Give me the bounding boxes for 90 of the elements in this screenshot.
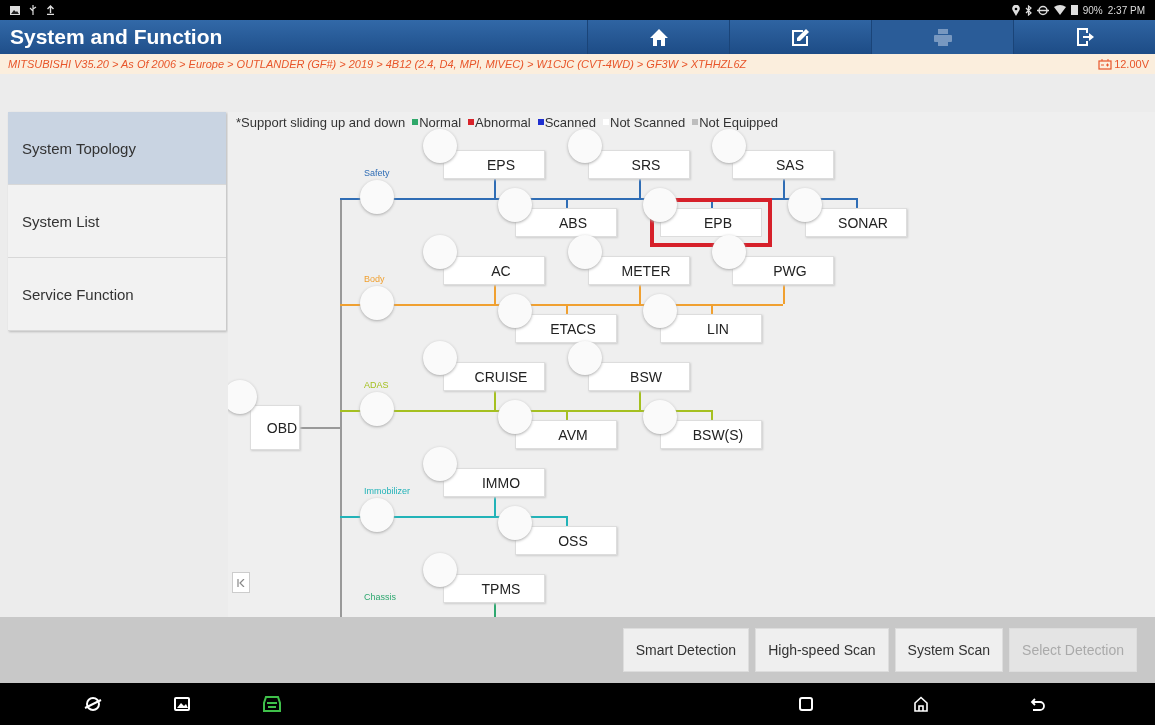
topology-node[interactable]: BSW(S) (660, 420, 762, 449)
connector-line (639, 285, 641, 304)
node-status-circle (568, 341, 602, 375)
topology-node[interactable]: EPS (443, 150, 545, 179)
group-label: Body (364, 274, 385, 284)
topology-node[interactable]: SAS (732, 150, 834, 179)
node-status-circle (712, 235, 746, 269)
legend-note: *Support sliding up and down (236, 114, 406, 130)
legend-label: Abnormal (475, 114, 531, 130)
topology-node[interactable]: SONAR (805, 208, 907, 237)
node-status-circle (498, 294, 532, 328)
group-label: Chassis (364, 592, 396, 602)
sidebar-item[interactable]: System Topology (8, 112, 226, 185)
legend-label: Not Scanned (610, 114, 686, 130)
topology-node[interactable]: AVM (515, 420, 617, 449)
sidebar-item[interactable]: System List (8, 185, 226, 258)
upload-icon (46, 5, 55, 15)
node-status-circle (788, 188, 822, 222)
wifi-icon (1053, 5, 1066, 15)
printer-icon (933, 28, 952, 46)
legend-label: Normal (419, 114, 462, 130)
group-circle[interactable] (360, 498, 394, 532)
connector-line (639, 179, 641, 198)
home-icon (648, 27, 669, 47)
clock: 2:37 PM (1107, 4, 1145, 16)
topology-node[interactable]: OBD (250, 405, 300, 450)
node-status-circle (423, 341, 457, 375)
exit-icon (1075, 27, 1094, 47)
node-status-circle (568, 235, 602, 269)
home-icon (913, 696, 929, 712)
node-status-circle (643, 400, 677, 434)
group-circle[interactable] (360, 286, 394, 320)
node-status-circle (423, 447, 457, 481)
node-status-circle (568, 129, 602, 163)
topology-node[interactable]: SRS (588, 150, 690, 179)
group-label: ADAS (364, 380, 389, 390)
topology-node[interactable]: BSW (588, 362, 690, 391)
edit-icon (790, 27, 811, 47)
photo-notification-icon (10, 5, 20, 15)
browser-icon (84, 695, 102, 713)
battery-voltage-icon (1098, 58, 1113, 70)
action-button[interactable]: Smart Detection (622, 628, 750, 672)
recent-apps-icon (799, 697, 813, 711)
node-status-circle (643, 188, 677, 222)
connector-line (783, 179, 785, 198)
legend-label: Scanned (544, 114, 596, 130)
node-status-circle (498, 188, 532, 222)
topology-node[interactable]: IMMO (443, 468, 545, 497)
topology-node[interactable]: ETACS (515, 314, 617, 343)
topology-node[interactable]: TPMS (443, 574, 545, 603)
topology-node[interactable]: CRUISE (443, 362, 545, 391)
bluetooth-icon (1024, 4, 1032, 16)
back-icon (1029, 697, 1045, 711)
exit-button[interactable] (1013, 20, 1155, 54)
topology-node[interactable]: PWG (732, 256, 834, 285)
action-button[interactable]: System Scan (894, 628, 1004, 672)
edit-button[interactable] (729, 20, 871, 54)
sidebar-item[interactable]: Service Function (8, 258, 226, 331)
topology-node[interactable]: AC (443, 256, 545, 285)
voltage-reading: 12.00V (1114, 58, 1149, 70)
battery-icon (1070, 5, 1078, 15)
battery-percent: 90% (1082, 4, 1103, 16)
group-circle[interactable] (360, 392, 394, 426)
legend-label: Not Equipped (699, 114, 778, 130)
usb-icon (28, 5, 38, 15)
action-button[interactable]: High-speed Scan (755, 628, 889, 672)
topology-node[interactable]: ABS (515, 208, 617, 237)
collapse-icon (237, 578, 245, 587)
vehicle-path: MITSUBISHI V35.20 > As Of 2006 > Europe > OUTLANDER (GF#) > 2019 > 4B12 (2.4, D4, MPI, MIVEC) > W1CJC (CVT-4WD) > GF3W > XTHHZL6Z (8, 58, 747, 70)
location-icon (1011, 4, 1020, 16)
node-status-circle (423, 235, 457, 269)
node-status-circle (423, 129, 457, 163)
topology-node[interactable]: OSS (515, 526, 617, 555)
node-status-circle (423, 553, 457, 587)
home-button[interactable] (587, 20, 729, 54)
page-title: System and Function (10, 25, 224, 49)
node-status-circle (712, 129, 746, 163)
topology-node[interactable]: LIN (660, 314, 762, 343)
connector-line (300, 427, 340, 429)
collapse-button[interactable] (232, 572, 250, 593)
topology-node[interactable]: METER (588, 256, 690, 285)
connector-line (639, 391, 641, 410)
connector-line (783, 285, 785, 304)
group-label: Safety (364, 168, 390, 178)
gallery-icon (174, 697, 190, 711)
node-status-circle (643, 294, 677, 328)
node-status-circle (498, 506, 532, 540)
group-label: Immobilizer (364, 486, 410, 496)
node-status-circle (498, 400, 532, 434)
group-circle[interactable] (360, 180, 394, 214)
